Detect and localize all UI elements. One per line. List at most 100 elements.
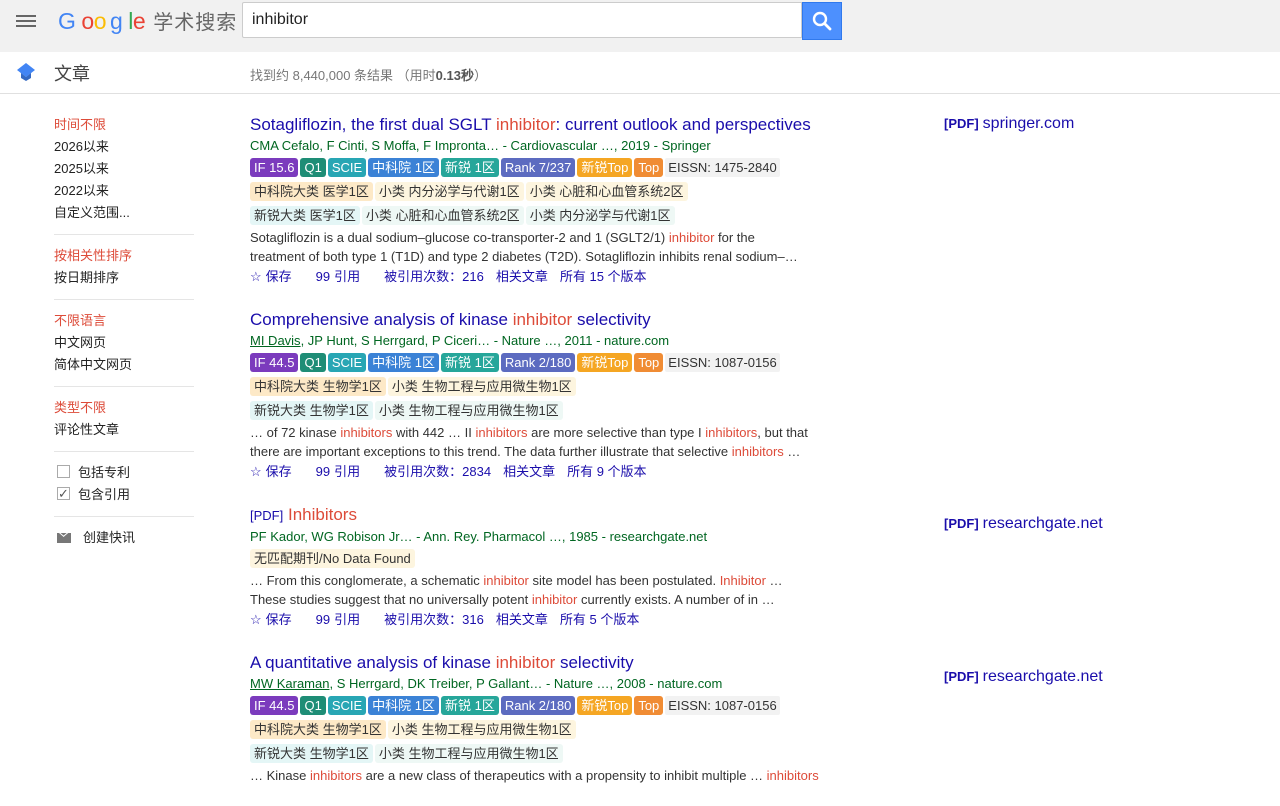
star-icon: ☆ <box>250 269 262 284</box>
cite-button[interactable]: 99 引用 <box>316 612 372 627</box>
save-button[interactable]: ☆ 保存 <box>250 464 304 479</box>
sidebar-item-since-2022[interactable]: 2022以来 <box>54 180 194 202</box>
result-title[interactable]: Sotagliflozin, the first dual SGLT inhib… <box>250 113 830 136</box>
related-articles-link[interactable]: 相关文章 <box>496 269 548 284</box>
impact-factor-badge: IF 44.5 <box>250 353 299 372</box>
sidebar-item-simplified-chinese[interactable]: 简体中文网页 <box>54 354 194 376</box>
result-snippet: … of 72 kinase inhibitors with 442 … II … <box>250 425 808 459</box>
xinrui-classification: 新锐大类 医学1区 小类 心脏和心血管系统2区 小类 内分泌学与代谢1区 <box>250 204 830 228</box>
save-button[interactable]: ☆ 保存 <box>250 269 304 284</box>
xinrui-top-badge: 新锐Top <box>577 696 633 715</box>
envelope-icon <box>57 533 71 543</box>
author-link[interactable]: MI Davis <box>250 333 301 348</box>
language-filter: 不限语言 中文网页 简体中文网页 <box>54 310 194 387</box>
star-icon: ☆ <box>250 464 262 479</box>
sidebar-item-sort-relevance[interactable]: 按相关性排序 <box>54 245 194 267</box>
result-snippet: … From this conglomerate, a schematic in… <box>250 573 783 607</box>
fulltext-link-researchgate[interactable]: [PDF] researchgate.net <box>944 668 1103 686</box>
result-authors: MW Karaman, S Herrgard, DK Treiber, P Ga… <box>250 676 723 691</box>
sidebar-item-since-2025[interactable]: 2025以来 <box>54 158 194 180</box>
result-snippet: … Kinase inhibitors are a new class of t… <box>250 768 819 783</box>
fulltext-link-researchgate[interactable]: [PDF] researchgate.net <box>944 515 1103 533</box>
sidebar-item-chinese-pages[interactable]: 中文网页 <box>54 332 194 354</box>
create-alert-link[interactable]: 创建快讯 <box>54 527 194 549</box>
scie-badge: SCIE <box>327 158 367 177</box>
checkbox-unchecked-icon <box>57 465 70 478</box>
xinrui-zone-badge: 新锐 1区 <box>441 353 499 372</box>
include-citations-checkbox[interactable]: 包含引用 <box>54 483 194 506</box>
search-input[interactable] <box>242 2 802 38</box>
cited-by-link[interactable]: 被引用次数：216 <box>384 269 484 284</box>
cas-classification: 中科院大类 生物学1区 小类 生物工程与应用微生物1区 <box>250 718 830 742</box>
journal-badges: IF 44.5 Q1 SCIE 中科院 1区 新锐 1区 Rank 2/180 新锐Top T… <box>250 351 830 375</box>
related-articles-link[interactable]: 相关文章 <box>496 612 548 627</box>
sidebar-item-review-articles[interactable]: 评论性文章 <box>54 419 194 441</box>
star-icon: ☆ <box>250 612 262 627</box>
xinrui-classification: 新锐大类 生物学1区 小类 生物工程与应用微生物1区 <box>250 399 830 423</box>
eissn-badge: EISSN: 1087-0156 <box>665 696 780 715</box>
result-title[interactable]: Comprehensive analysis of kinase inhibit… <box>250 308 830 331</box>
xinrui-classification: 新锐大类 生物学1区 小类 生物工程与应用微生物1区 <box>250 742 830 766</box>
sidebar-item-custom-range[interactable]: 自定义范围... <box>54 202 194 224</box>
all-versions-link[interactable]: 所有 9 个版本 <box>567 464 646 479</box>
top-badge: Top <box>634 158 664 177</box>
pdf-tag: [PDF] <box>250 508 284 523</box>
menu-icon[interactable] <box>16 12 36 28</box>
cited-by-link[interactable]: 被引用次数：316 <box>384 612 484 627</box>
sidebar: 时间不限 2026以来 2025以来 2022以来 自定义范围... 按相关性排… <box>54 114 194 549</box>
sidebar-item-sort-date[interactable]: 按日期排序 <box>54 267 194 289</box>
top-bar: Goo g le 学术搜索 <box>0 0 1280 53</box>
result-authors: MI Davis, JP Hunt, S Herrgard, P Ciceri…… <box>250 333 670 348</box>
result-stats: 找到约 8,440,000 条结果 （用时0.13秒） <box>250 68 487 83</box>
sub-bar <box>0 52 1280 94</box>
sidebar-item-any-language[interactable]: 不限语言 <box>54 310 194 332</box>
cas-zone-badge: 中科院 1区 <box>368 158 439 177</box>
top-badge: Top <box>634 696 664 715</box>
save-button[interactable]: ☆ 保存 <box>250 612 304 627</box>
fulltext-link-springer[interactable]: [PDF] springer.com <box>944 115 1074 133</box>
journal-badges: IF 44.5 Q1 SCIE 中科院 1区 新锐 1区 Rank 2/180 新锐Top T… <box>250 694 830 718</box>
result-actions: ☆ 保存 99 引用 被引用次数：316 相关文章 所有 5 个版本 <box>250 609 830 630</box>
top-badge: Top <box>634 353 664 372</box>
search-button[interactable] <box>802 2 842 40</box>
graduation-cap-icon[interactable] <box>16 62 36 82</box>
author-link[interactable]: MW Karaman <box>250 676 329 691</box>
result-item: Comprehensive analysis of kinase inhibit… <box>250 308 830 482</box>
cas-classification: 中科院大类 生物学1区 小类 生物工程与应用微生物1区 <box>250 375 830 399</box>
sidebar-item-any-time[interactable]: 时间不限 <box>54 114 194 136</box>
result-authors: CMA Cefalo, F Cinti, S Moffa, F Impronta… <box>250 138 711 153</box>
all-versions-link[interactable]: 所有 5 个版本 <box>560 612 639 627</box>
quartile-badge: Q1 <box>300 696 326 715</box>
cite-button[interactable]: 99 引用 <box>316 464 372 479</box>
result-item: A quantitative analysis of kinase inhibi… <box>250 651 830 785</box>
cited-by-link[interactable]: 被引用次数：2834 <box>384 464 491 479</box>
cas-zone-badge: 中科院 1区 <box>368 696 439 715</box>
result-item: [PDF] Inhibitors PF Kador, WG Robison Jr… <box>250 503 830 630</box>
search-icon <box>812 11 832 31</box>
xinrui-zone-badge: 新锐 1区 <box>441 696 499 715</box>
rank-badge: Rank 7/237 <box>500 158 576 177</box>
impact-factor-badge: IF 44.5 <box>250 696 299 715</box>
all-versions-link[interactable]: 所有 15 个版本 <box>560 269 647 284</box>
sidebar-item-any-type[interactable]: 类型不限 <box>54 397 194 419</box>
impact-factor-badge: IF 15.6 <box>250 158 299 177</box>
result-authors: PF Kador, WG Robison Jr… - Ann. Rey. Pha… <box>250 529 708 544</box>
rank-badge: Rank 2/180 <box>500 696 576 715</box>
result-title[interactable]: [PDF] Inhibitors <box>250 503 830 527</box>
type-filter: 类型不限 评论性文章 <box>54 397 194 452</box>
rank-badge: Rank 2/180 <box>500 353 576 372</box>
articles-label: 文章 <box>54 64 90 84</box>
quote-icon: 99 <box>315 612 331 627</box>
result-title[interactable]: A quantitative analysis of kinase inhibi… <box>250 651 830 674</box>
include-patents-checkbox[interactable]: 包括专利 <box>54 462 194 484</box>
cite-button[interactable]: 99 引用 <box>316 269 372 284</box>
sidebar-item-since-2026[interactable]: 2026以来 <box>54 136 194 158</box>
result-item: Sotagliflozin, the first dual SGLT inhib… <box>250 113 830 287</box>
checkbox-checked-icon <box>57 483 70 505</box>
quartile-badge: Q1 <box>300 353 326 372</box>
xinrui-top-badge: 新锐Top <box>577 353 633 372</box>
include-options: 包括专利 包含引用 <box>54 462 194 517</box>
sort-filter: 按相关性排序 按日期排序 <box>54 245 194 300</box>
google-scholar-logo[interactable]: Goo g le 学术搜索 <box>54 6 237 35</box>
related-articles-link[interactable]: 相关文章 <box>503 464 555 479</box>
